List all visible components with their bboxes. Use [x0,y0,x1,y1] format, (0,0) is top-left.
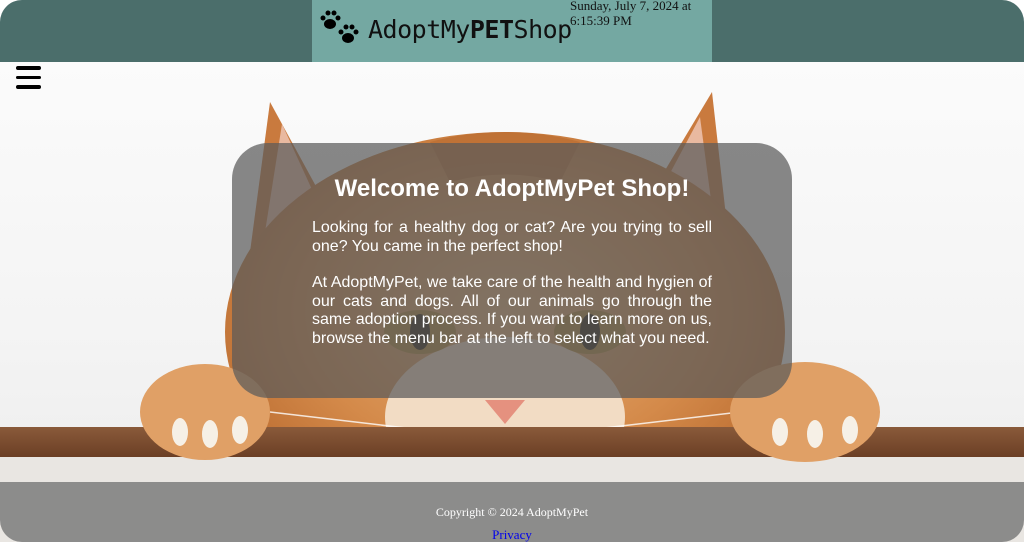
privacy-link[interactable]: Privacy [0,527,1024,542]
hamburger-menu-icon[interactable] [16,66,42,90]
paw-prints-icon [320,10,359,43]
menu-bar-line [16,85,41,89]
welcome-card: Welcome to AdoptMyPet Shop! Looking for … [232,143,792,398]
brand-block[interactable]: AdoptMyPETShop Sunday, July 7, 2024 at 6… [312,0,712,62]
copyright-text: Copyright © 2024 AdoptMyPet [435,505,589,519]
brand-prefix: AdoptMy [368,15,470,44]
site-header: AdoptMyPETShop Sunday, July 7, 2024 at 6… [0,0,1024,62]
menu-bar-line [16,66,41,70]
welcome-paragraph-1: Looking for a healthy dog or cat? Are yo… [312,219,712,255]
brand-title: AdoptMyPETShop [368,15,572,44]
welcome-title: Welcome to AdoptMyPet Shop! [334,175,690,202]
brand-bold: PET [469,15,514,44]
welcome-paragraph-2: At AdoptMyPet, we take care of the healt… [312,274,712,347]
brand-suffix: Shop [513,15,573,44]
site-footer: Copyright © 2024 AdoptMyPet Privacy [0,482,1024,542]
current-datetime: Sunday, July 7, 2024 at 6:15:39 PM [570,0,692,28]
menu-bar-line [16,75,41,79]
